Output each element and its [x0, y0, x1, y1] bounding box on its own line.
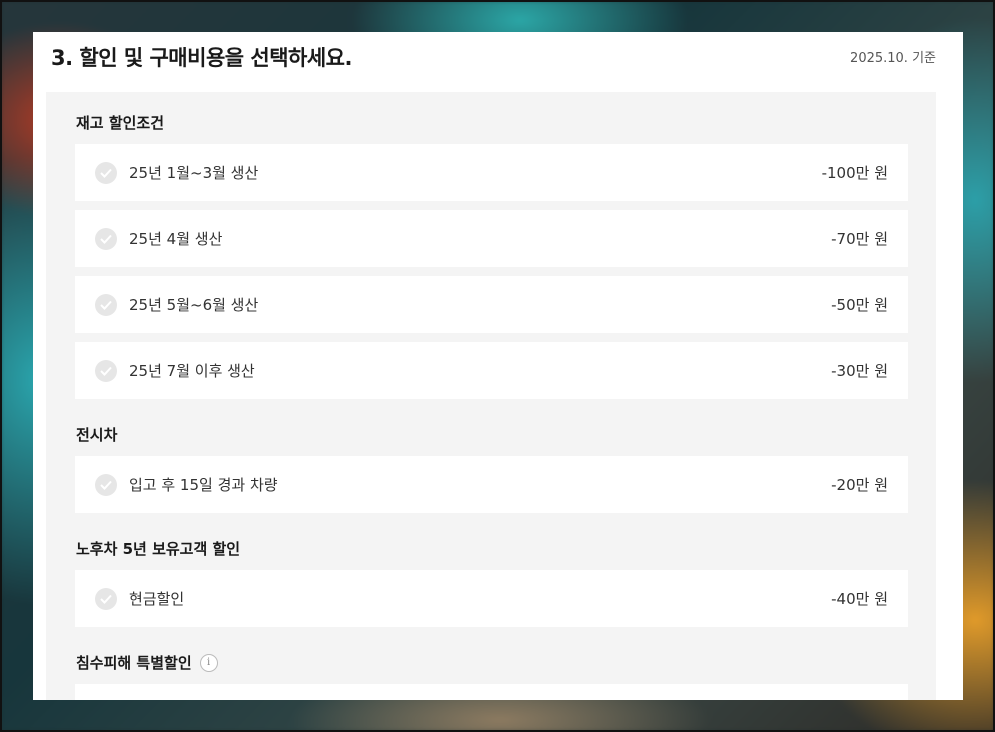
option-label: 25년 5월~6월 생산	[129, 296, 259, 314]
option-label: 현금할인	[129, 590, 185, 608]
option-row[interactable]: 현금할인 -40만 원	[75, 570, 908, 627]
option-label: 25년 7월 이후 생산	[129, 362, 255, 380]
check-icon[interactable]	[95, 473, 117, 496]
option-row[interactable]	[75, 684, 908, 700]
check-icon[interactable]	[95, 359, 117, 382]
option-amount: -30만 원	[831, 362, 888, 380]
info-icon[interactable]: i	[199, 653, 218, 672]
option-amount: -70만 원	[831, 230, 888, 248]
reference-date: 2025.10. 기준	[850, 51, 936, 66]
option-label: 25년 4월 생산	[129, 230, 223, 248]
section-label-stock: 재고 할인조건	[76, 114, 165, 132]
check-icon[interactable]	[95, 161, 117, 184]
option-row[interactable]: 25년 4월 생산 -70만 원	[75, 210, 908, 267]
option-amount: -20만 원	[831, 476, 888, 494]
option-amount: -100만 원	[821, 164, 888, 182]
option-row[interactable]: 25년 1월~3월 생산 -100만 원	[75, 144, 908, 201]
option-row[interactable]: 25년 7월 이후 생산 -30만 원	[75, 342, 908, 399]
section-label-old-car: 노후차 5년 보유고객 할인	[76, 540, 241, 558]
option-amount: -40만 원	[831, 590, 888, 608]
discount-panel: 3. 할인 및 구매비용을 선택하세요. 2025.10. 기준 재고 할인조건…	[33, 32, 963, 700]
options-area: 재고 할인조건 25년 1월~3월 생산 -100만 원 25년 4월 생산 -…	[46, 92, 936, 700]
option-label: 25년 1월~3월 생산	[129, 164, 259, 182]
section-label-text: 침수피해 특별할인	[76, 654, 192, 672]
section-label-flood: 침수피해 특별할인 i	[76, 652, 218, 673]
option-row[interactable]: 입고 후 15일 경과 차량 -20만 원	[75, 456, 908, 513]
option-amount: -50만 원	[831, 296, 888, 314]
section-label-display-car: 전시차	[76, 426, 118, 444]
page-title: 3. 할인 및 구매비용을 선택하세요.	[51, 46, 352, 70]
check-icon[interactable]	[95, 587, 117, 610]
check-icon[interactable]	[95, 293, 117, 316]
check-icon[interactable]	[95, 227, 117, 250]
option-label: 입고 후 15일 경과 차량	[129, 476, 278, 494]
option-row[interactable]: 25년 5월~6월 생산 -50만 원	[75, 276, 908, 333]
